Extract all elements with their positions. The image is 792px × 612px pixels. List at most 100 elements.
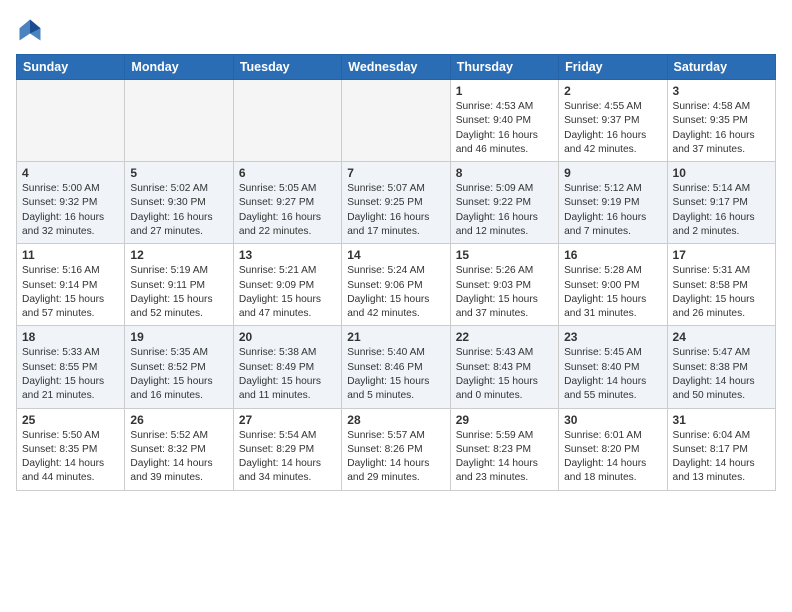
calendar-day-10: 10 Sunrise: 5:14 AMSunset: 9:17 PMDayligh…: [667, 162, 775, 244]
day-number: 1: [456, 84, 553, 98]
day-number: 17: [673, 248, 770, 262]
day-info: Sunrise: 5:35 AMSunset: 8:52 PMDaylight:…: [130, 346, 227, 403]
calendar-week-row: 18Sunrise: 5:33 AMSunset: 8:55 PMDayligh…: [17, 326, 776, 408]
day-number: 10: [673, 166, 770, 180]
calendar-empty: [342, 80, 450, 162]
calendar-day-16: 16 Sunrise: 5:28 AMSunset: 9:00 PMDayligh…: [559, 244, 667, 326]
day-info: Sunrise: 5:57 AMSunset: 8:26 PMDaylight:…: [347, 429, 444, 486]
day-number: 9: [564, 166, 661, 180]
day-info: Sunrise: 5:26 AMSunset: 9:03 PMDaylight:…: [456, 264, 553, 321]
calendar-day-14: 14 Sunrise: 5:24 AMSunset: 9:06 PMDayligh…: [342, 244, 450, 326]
day-number: 3: [673, 84, 770, 98]
day-number: 25: [22, 413, 119, 427]
day-number: 5: [130, 166, 227, 180]
calendar-day-1: 1 Sunrise: 4:53 AMSunset: 9:40 PMDaylight…: [450, 80, 558, 162]
calendar-day-13: 13 Sunrise: 5:21 AMSunset: 9:09 PMDayligh…: [233, 244, 341, 326]
day-info: Sunrise: 4:55 AMSunset: 9:37 PMDaylight:…: [564, 100, 661, 157]
calendar-table: SundayMondayTuesdayWednesdayThursdayFrid…: [16, 54, 776, 491]
day-number: 30: [564, 413, 661, 427]
calendar-day-30: 30 Sunrise: 6:01 AMSunset: 8:20 PMDayligh…: [559, 408, 667, 490]
day-number: 16: [564, 248, 661, 262]
day-info: Sunrise: 5:12 AMSunset: 9:19 PMDaylight:…: [564, 182, 661, 239]
day-number: 14: [347, 248, 444, 262]
day-info: Sunrise: 5:14 AMSunset: 9:17 PMDaylight:…: [673, 182, 770, 239]
day-info: Sunrise: 5:28 AMSunset: 9:00 PMDaylight:…: [564, 264, 661, 321]
calendar-week-row: 4 Sunrise: 5:00 AMSunset: 9:32 PMDaylight…: [17, 162, 776, 244]
calendar-day-26: 26 Sunrise: 5:52 AMSunset: 8:32 PMDayligh…: [125, 408, 233, 490]
day-info: Sunrise: 5:00 AMSunset: 9:32 PMDaylight:…: [22, 182, 119, 239]
day-number: 24: [673, 330, 770, 344]
logo-icon: [16, 16, 44, 44]
calendar-empty: [17, 80, 125, 162]
day-info: Sunrise: 5:33 AMSunset: 8:55 PMDaylight:…: [22, 346, 119, 403]
day-info: Sunrise: 5:31 AMSunset: 8:58 PMDaylight:…: [673, 264, 770, 321]
day-info: Sunrise: 4:53 AMSunset: 9:40 PMDaylight:…: [456, 100, 553, 157]
calendar-day-2: 2Sunrise: 4:55 AMSunset: 9:37 PMDaylight…: [559, 80, 667, 162]
day-info: Sunrise: 5:02 AMSunset: 9:30 PMDaylight:…: [130, 182, 227, 239]
calendar-day-20: 20 Sunrise: 5:38 AMSunset: 8:49 PMDayligh…: [233, 326, 341, 408]
day-number: 29: [456, 413, 553, 427]
calendar-day-7: 7Sunrise: 5:07 AMSunset: 9:25 PMDaylight…: [342, 162, 450, 244]
day-number: 6: [239, 166, 336, 180]
calendar-day-9: 9 Sunrise: 5:12 AMSunset: 9:19 PMDaylight…: [559, 162, 667, 244]
day-info: Sunrise: 4:58 AMSunset: 9:35 PMDaylight:…: [673, 100, 770, 157]
calendar-day-23: 23Sunrise: 5:45 AMSunset: 8:40 PMDayligh…: [559, 326, 667, 408]
day-info: Sunrise: 5:38 AMSunset: 8:49 PMDaylight:…: [239, 346, 336, 403]
day-number: 27: [239, 413, 336, 427]
calendar-day-24: 24Sunrise: 5:47 AMSunset: 8:38 PMDayligh…: [667, 326, 775, 408]
day-info: Sunrise: 5:21 AMSunset: 9:09 PMDaylight:…: [239, 264, 336, 321]
page-header: [16, 16, 776, 44]
calendar-empty: [233, 80, 341, 162]
logo: [16, 16, 48, 44]
day-number: 21: [347, 330, 444, 344]
day-header-saturday: Saturday: [667, 55, 775, 80]
day-number: 8: [456, 166, 553, 180]
day-info: Sunrise: 5:40 AMSunset: 8:46 PMDaylight:…: [347, 346, 444, 403]
day-info: Sunrise: 5:24 AMSunset: 9:06 PMDaylight:…: [347, 264, 444, 321]
calendar-day-4: 4 Sunrise: 5:00 AMSunset: 9:32 PMDaylight…: [17, 162, 125, 244]
day-info: Sunrise: 5:50 AMSunset: 8:35 PMDaylight:…: [22, 429, 119, 486]
calendar-day-11: 11 Sunrise: 5:16 AMSunset: 9:14 PMDayligh…: [17, 244, 125, 326]
calendar-day-21: 21 Sunrise: 5:40 AMSunset: 8:46 PMDayligh…: [342, 326, 450, 408]
calendar-day-3: 3 Sunrise: 4:58 AMSunset: 9:35 PMDaylight…: [667, 80, 775, 162]
day-header-wednesday: Wednesday: [342, 55, 450, 80]
calendar-empty: [125, 80, 233, 162]
calendar-day-22: 22 Sunrise: 5:43 AMSunset: 8:43 PMDayligh…: [450, 326, 558, 408]
calendar-day-29: 29 Sunrise: 5:59 AMSunset: 8:23 PMDayligh…: [450, 408, 558, 490]
calendar-week-row: 11 Sunrise: 5:16 AMSunset: 9:14 PMDayligh…: [17, 244, 776, 326]
calendar-day-25: 25 Sunrise: 5:50 AMSunset: 8:35 PMDayligh…: [17, 408, 125, 490]
calendar-day-18: 18Sunrise: 5:33 AMSunset: 8:55 PMDayligh…: [17, 326, 125, 408]
day-info: Sunrise: 6:01 AMSunset: 8:20 PMDaylight:…: [564, 429, 661, 486]
calendar-day-19: 19 Sunrise: 5:35 AMSunset: 8:52 PMDayligh…: [125, 326, 233, 408]
day-info: Sunrise: 5:05 AMSunset: 9:27 PMDaylight:…: [239, 182, 336, 239]
day-info: Sunrise: 6:04 AMSunset: 8:17 PMDaylight:…: [673, 429, 770, 486]
day-number: 26: [130, 413, 227, 427]
day-info: Sunrise: 5:54 AMSunset: 8:29 PMDaylight:…: [239, 429, 336, 486]
day-number: 23: [564, 330, 661, 344]
day-header-friday: Friday: [559, 55, 667, 80]
day-number: 11: [22, 248, 119, 262]
day-number: 7: [347, 166, 444, 180]
day-number: 20: [239, 330, 336, 344]
calendar-day-15: 15 Sunrise: 5:26 AMSunset: 9:03 PMDayligh…: [450, 244, 558, 326]
day-number: 4: [22, 166, 119, 180]
day-info: Sunrise: 5:09 AMSunset: 9:22 PMDaylight:…: [456, 182, 553, 239]
day-number: 19: [130, 330, 227, 344]
calendar-day-17: 17 Sunrise: 5:31 AMSunset: 8:58 PMDayligh…: [667, 244, 775, 326]
day-info: Sunrise: 5:52 AMSunset: 8:32 PMDaylight:…: [130, 429, 227, 486]
day-number: 22: [456, 330, 553, 344]
day-info: Sunrise: 5:59 AMSunset: 8:23 PMDaylight:…: [456, 429, 553, 486]
day-number: 31: [673, 413, 770, 427]
day-info: Sunrise: 5:43 AMSunset: 8:43 PMDaylight:…: [456, 346, 553, 403]
day-number: 12: [130, 248, 227, 262]
day-info: Sunrise: 5:16 AMSunset: 9:14 PMDaylight:…: [22, 264, 119, 321]
day-header-tuesday: Tuesday: [233, 55, 341, 80]
calendar-day-5: 5 Sunrise: 5:02 AMSunset: 9:30 PMDaylight…: [125, 162, 233, 244]
calendar-day-8: 8 Sunrise: 5:09 AMSunset: 9:22 PMDaylight…: [450, 162, 558, 244]
calendar-day-28: 28Sunrise: 5:57 AMSunset: 8:26 PMDayligh…: [342, 408, 450, 490]
day-number: 13: [239, 248, 336, 262]
calendar-day-6: 6 Sunrise: 5:05 AMSunset: 9:27 PMDaylight…: [233, 162, 341, 244]
day-header-sunday: Sunday: [17, 55, 125, 80]
day-number: 15: [456, 248, 553, 262]
calendar-day-12: 12Sunrise: 5:19 AMSunset: 9:11 PMDayligh…: [125, 244, 233, 326]
